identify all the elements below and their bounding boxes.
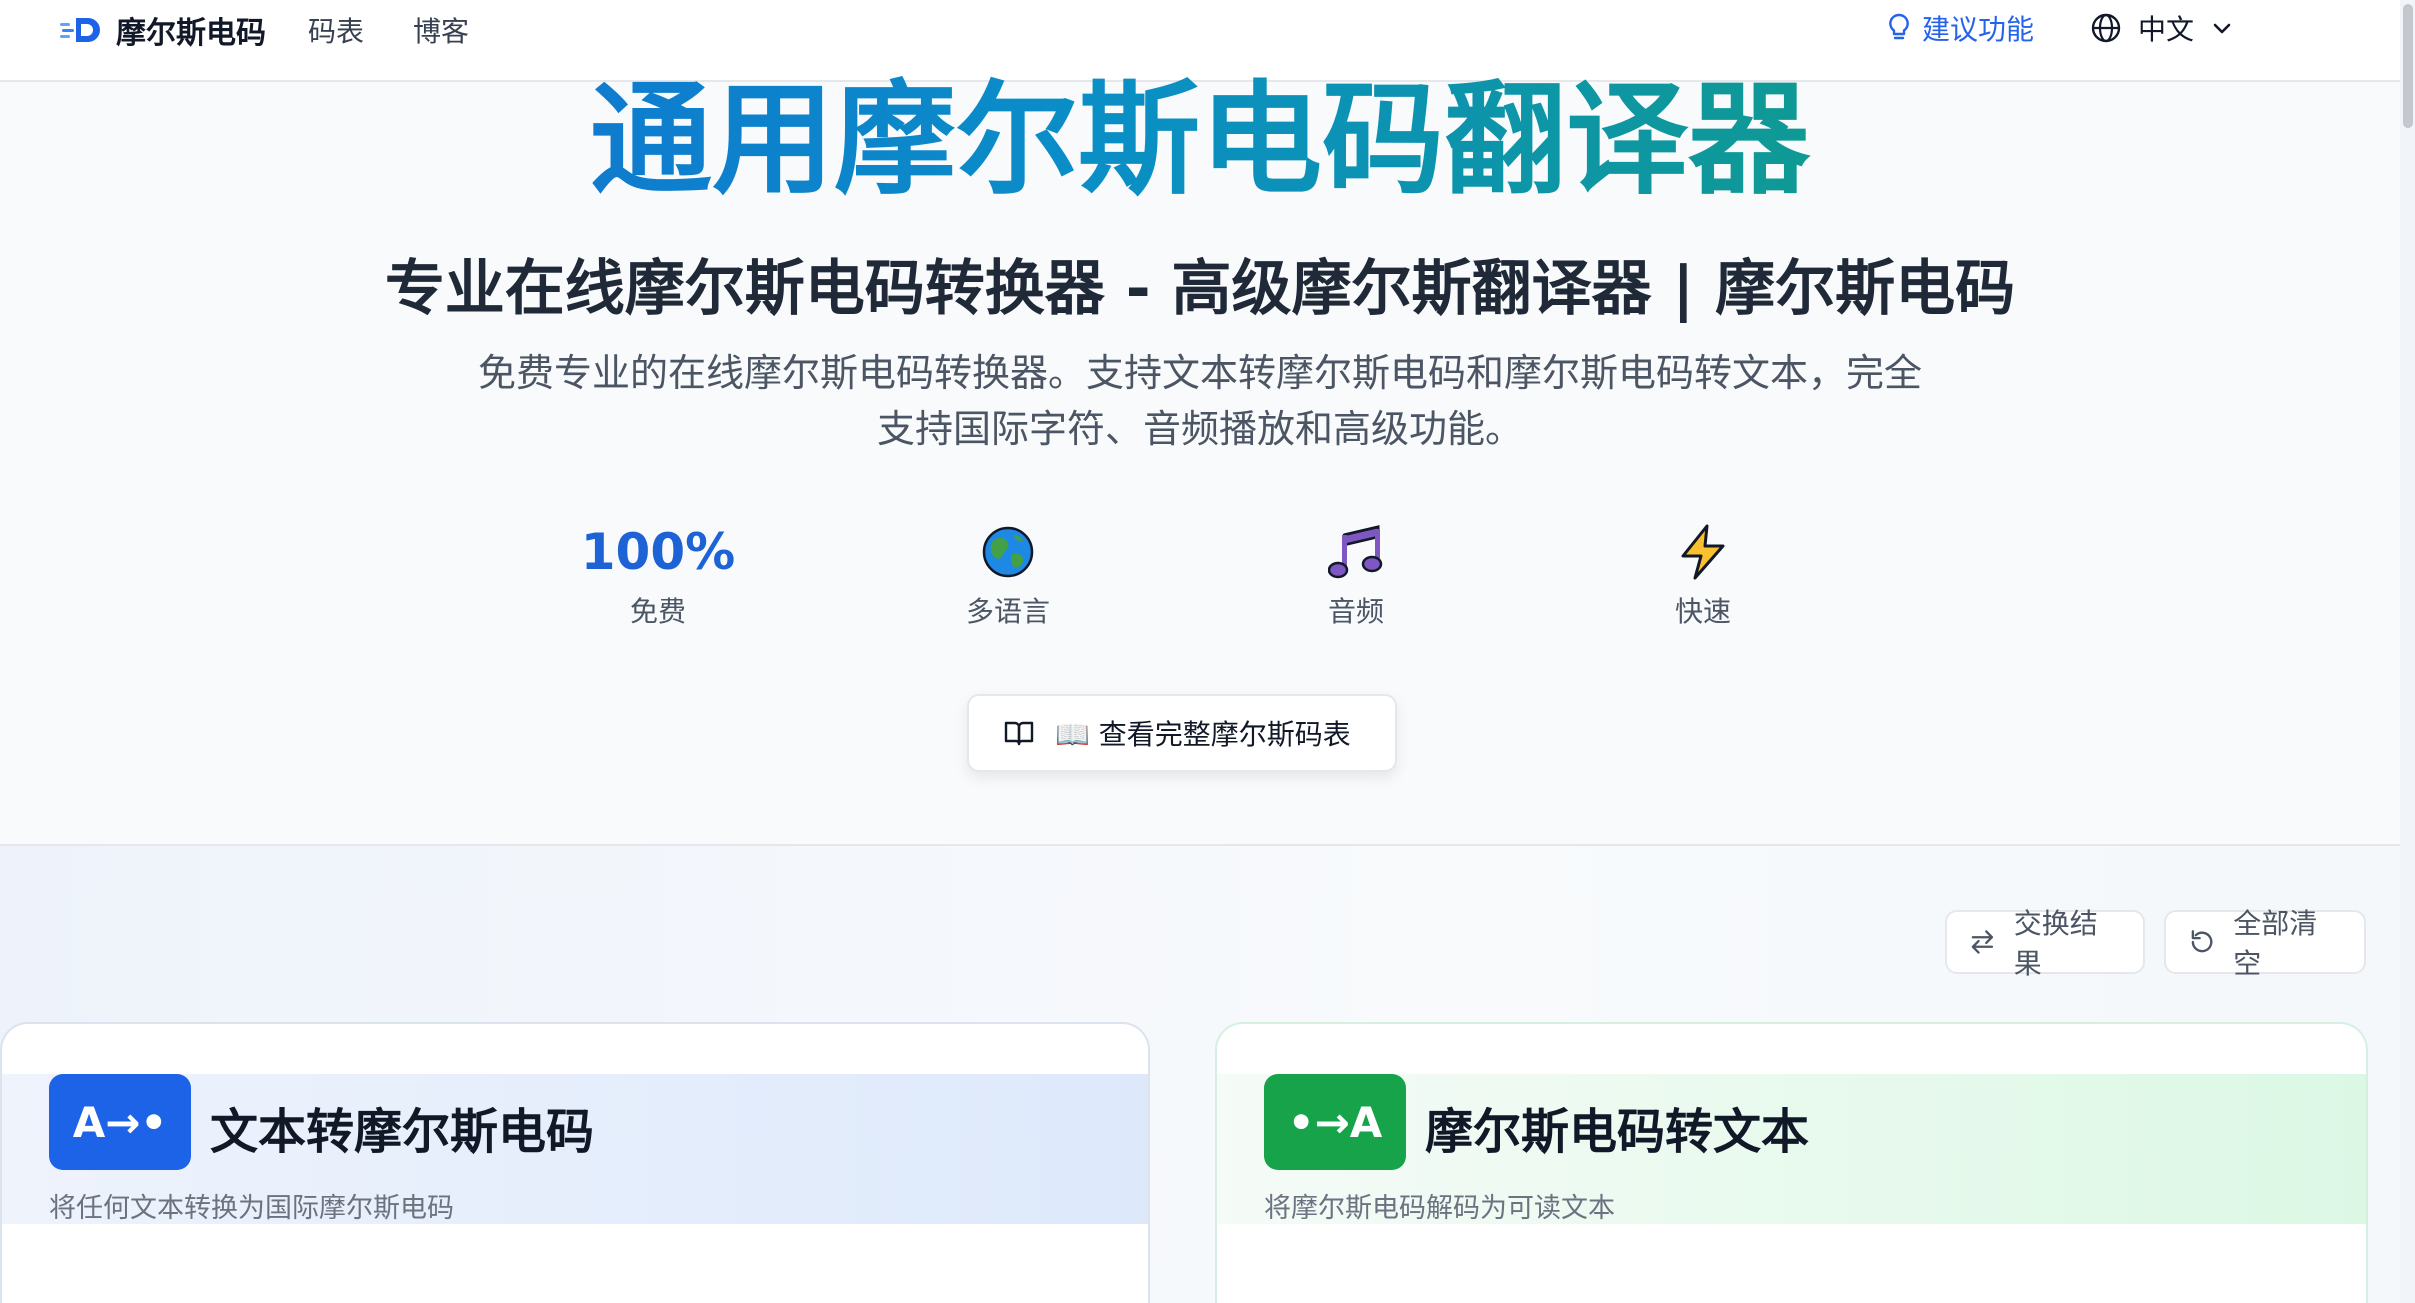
site-logo[interactable]: 摩尔斯电码 <box>60 8 266 52</box>
stat-free: 100% 免费 <box>558 522 758 630</box>
open-book-icon <box>1004 721 1034 746</box>
logo-icon <box>60 18 100 42</box>
language-label: 中文 <box>2138 13 2195 46</box>
swap-arrows-icon <box>1971 930 1994 954</box>
lightbulb-icon <box>1889 13 1909 40</box>
globe-icon <box>982 526 1034 578</box>
chevron-down-icon <box>2213 23 2231 34</box>
stat-audio-label: 音频 <box>1327 595 1384 628</box>
stat-fast: 快速 <box>1603 522 1803 630</box>
swap-results-button[interactable]: 交换结果 <box>1945 907 2145 980</box>
nav-link-blog[interactable]: 博客 <box>413 10 469 50</box>
lightning-icon <box>1681 524 1725 580</box>
clear-all-button[interactable]: 全部清空 <box>2164 907 2366 980</box>
hero-subtitle: 专业在线摩尔斯电码转换器 - 高级摩尔斯翻译器 | 摩尔斯电码 <box>384 254 2016 324</box>
suggest-feature-label: 建议功能 <box>1922 13 2035 46</box>
scrollbar-thumb[interactable] <box>2403 4 2413 128</box>
reset-icon <box>2191 930 2213 953</box>
swap-results-label: 交换结果 <box>2013 907 2098 980</box>
morse-to-text-subtitle: 将摩尔斯电码解码为可读文本 <box>1264 1193 1615 1224</box>
text-to-morse-panel: A→• 文本转摩尔斯电码 将任何文本转换为国际摩尔斯电码 <box>0 1022 1150 1303</box>
view-morse-chart-label: 📖 查看完整摩尔斯码表 <box>1055 718 1351 751</box>
morse-to-text-header: •→A 摩尔斯电码转文本 将摩尔斯电码解码为可读文本 <box>1217 1074 2366 1224</box>
text-to-morse-subtitle: 将任何文本转换为国际摩尔斯电码 <box>49 1193 454 1224</box>
globe-outline-icon <box>2091 13 2121 43</box>
nav-link-chart[interactable]: 码表 <box>308 10 364 50</box>
morse-to-text-badge: •→A <box>1264 1074 1406 1170</box>
stat-fast-label: 快速 <box>1674 595 1731 628</box>
stat-free-value: 100% <box>580 523 736 581</box>
view-morse-chart-button[interactable]: 📖 查看完整摩尔斯码表 <box>967 694 1397 772</box>
suggest-feature-link[interactable]: 建议功能 <box>1888 8 2034 48</box>
hero-description: 免费专业的在线摩尔斯电码转换器。支持文本转摩尔斯电码和摩尔斯电码转文本，完全 支… <box>400 345 2000 457</box>
hero-description-line: 免费专业的在线摩尔斯电码转换器。支持文本转摩尔斯电码和摩尔斯电码转文本，完全 <box>477 351 1922 395</box>
logo-text: 摩尔斯电码 <box>116 16 266 51</box>
text-to-morse-title: 文本转摩尔斯电码 <box>210 1104 595 1160</box>
hero-title: 通用摩尔斯电码翻译器 <box>0 70 2400 210</box>
scrollbar[interactable] <box>2400 0 2415 1303</box>
language-selector[interactable]: 中文 <box>2090 8 2234 48</box>
stat-audio: 音频 <box>1256 522 1456 630</box>
music-note-icon <box>1328 525 1383 579</box>
morse-to-text-title: 摩尔斯电码转文本 <box>1425 1104 1810 1160</box>
morse-to-text-panel: •→A 摩尔斯电码转文本 将摩尔斯电码解码为可读文本 <box>1215 1022 2368 1303</box>
hero-description-line: 支持国际字符、音频播放和高级功能。 <box>876 407 1523 451</box>
text-to-morse-header: A→• 文本转摩尔斯电码 将任何文本转换为国际摩尔斯电码 <box>2 1074 1148 1224</box>
stat-free-label: 免费 <box>629 595 686 628</box>
clear-all-label: 全部清空 <box>2233 907 2318 980</box>
stat-multilingual: 多语言 <box>908 522 1108 630</box>
stat-multilingual-label: 多语言 <box>965 595 1050 628</box>
text-to-morse-badge: A→• <box>49 1074 191 1170</box>
